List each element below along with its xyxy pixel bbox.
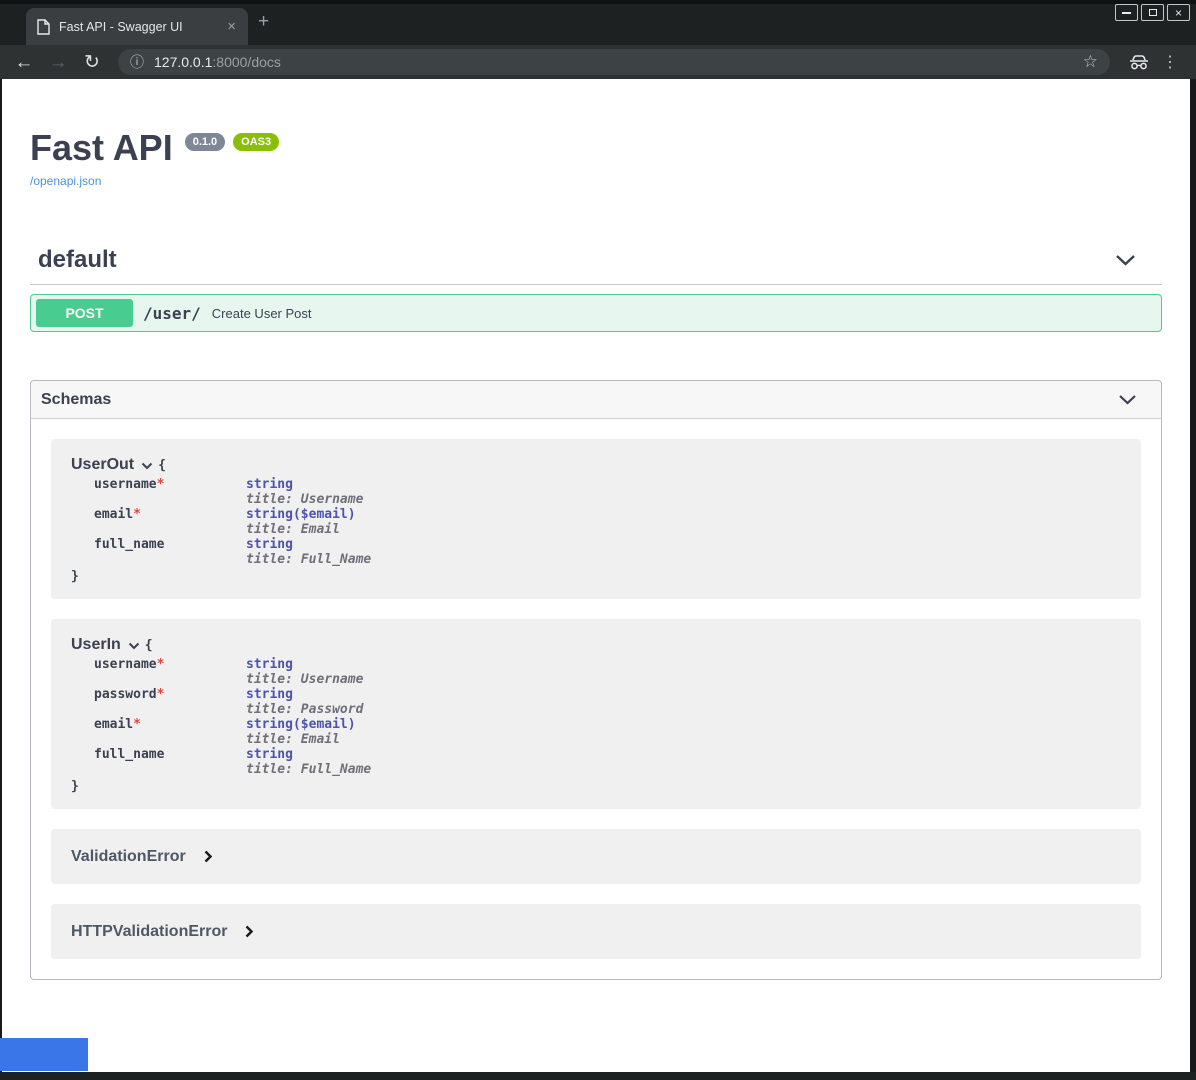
forward-icon[interactable]: → [46,53,70,72]
property-type: string [246,657,363,672]
incognito-icon [1128,55,1150,70]
bottom-left-blue-box [0,1038,88,1071]
property-type: string($email) [246,507,356,522]
property-row: email* string($email)title: Email [94,717,1121,747]
schemas-body: UserOut { username* stringtitle: Usernam… [31,419,1161,979]
property-title: title: Email [246,522,356,537]
chevron-down-icon[interactable] [1115,254,1136,266]
maximize-button[interactable] [1141,4,1164,21]
property-name: password [94,687,157,702]
model-userin: UserIn { username* stringtitle: Username… [51,619,1141,809]
bookmark-star-icon[interactable]: ☆ [1083,52,1098,72]
property-name: username [94,657,157,672]
tab-title: Fast API - Swagger UI [59,20,225,34]
required-star: * [157,687,165,702]
tab-close-icon[interactable]: × [225,19,238,34]
post-method-badge: POST [36,299,133,327]
schemas-header[interactable]: Schemas [31,381,1161,419]
property-name: full_name [94,747,164,762]
model-userin-title-row[interactable]: UserIn { [71,636,1121,654]
reload-icon[interactable]: ↻ [80,53,104,72]
open-brace: { [145,638,153,653]
property-row: username* stringtitle: Username [94,657,1121,687]
default-section: default POST /user/ Create User Post [30,246,1162,332]
maximize-icon [1149,9,1157,16]
model-userout: UserOut { username* stringtitle: Usernam… [51,439,1141,599]
model-name: UserIn [71,636,121,654]
minimize-button[interactable] [1115,4,1138,21]
chevron-right-icon[interactable] [204,850,212,863]
address-bar[interactable]: ⓘ 127.0.0.1 :8000/docs ☆ [118,49,1110,75]
required-star: * [157,657,165,672]
model-name: UserOut [71,456,134,474]
url-path: :8000/docs [212,54,281,70]
section-divider [30,284,1162,285]
property-title: title: Username [246,492,363,507]
required-star: * [133,507,141,522]
operation-summary: Create User Post [212,306,312,321]
chevron-down-icon[interactable] [141,462,153,470]
property-type: string [246,537,371,552]
model-validationerror[interactable]: ValidationError [51,829,1141,884]
chevron-down-icon[interactable] [1118,394,1137,405]
browser-chrome: Fast API - Swagger UI × + × ← → ↻ ⓘ 127.… [0,0,1196,79]
operation-path: /user/ [143,304,201,323]
property-type: string [246,477,363,492]
url-host: 127.0.0.1 [154,54,212,70]
property-row: username* stringtitle: Username [94,477,1121,507]
window-frame-bottom [0,1072,1196,1080]
default-section-header[interactable]: default [30,246,1162,274]
close-brace: } [71,569,1121,584]
version-badge: 0.1.0 [185,133,225,151]
close-brace: } [71,779,1121,794]
schemas-title: Schemas [41,391,111,409]
property-row: email* string($email)title: Email [94,507,1121,537]
model-name: ValidationError [71,848,186,866]
browser-menu-icon[interactable]: ⋮ [1156,52,1184,72]
model-userout-title-row[interactable]: UserOut { [71,456,1121,474]
required-star: * [133,717,141,732]
property-type: string($email) [246,717,356,732]
oas3-badge: OAS3 [233,133,279,151]
site-info-icon[interactable]: ⓘ [130,52,144,72]
required-star: * [157,477,165,492]
property-title: title: Full_Name [246,762,371,777]
browser-tab[interactable]: Fast API - Swagger UI × [26,8,248,45]
chevron-right-icon[interactable] [245,925,253,938]
tab-strip: Fast API - Swagger UI × + × [0,0,1196,45]
property-name: username [94,477,157,492]
property-title: title: Username [246,672,363,687]
property-type: string [246,747,371,762]
default-section-title: default [38,246,117,274]
swagger-page: Fast API 0.1.0 OAS3 /openapi.json defaul… [2,79,1190,1072]
page-file-icon [36,19,50,35]
minimize-icon [1122,12,1131,14]
close-icon: × [1175,7,1182,19]
window-controls: × [1115,4,1190,21]
property-name: email [94,717,133,732]
browser-toolbar: ← → ↻ ⓘ 127.0.0.1 :8000/docs ☆ ⋮ [0,45,1196,79]
schemas-section: Schemas UserOut { [30,380,1162,980]
chevron-down-icon[interactable] [128,642,140,650]
property-row: password* stringtitle: Password [94,687,1121,717]
property-title: title: Password [246,702,363,717]
post-user-operation[interactable]: POST /user/ Create User Post [30,294,1162,332]
page-title: Fast API [30,129,173,167]
property-row: full_name stringtitle: Full_Name [94,747,1121,777]
window-frame-top [0,0,1196,4]
model-name: HTTPValidationError [71,923,227,941]
open-brace: { [158,458,166,473]
property-name: email [94,507,133,522]
property-title: title: Full_Name [246,552,371,567]
model-httpvalidationerror[interactable]: HTTPValidationError [51,904,1141,959]
api-header: Fast API 0.1.0 OAS3 [30,129,1162,167]
property-name: full_name [94,537,164,552]
close-button[interactable]: × [1167,4,1190,21]
openapi-json-link[interactable]: /openapi.json [30,174,101,188]
property-type: string [246,687,363,702]
new-tab-button[interactable]: + [258,11,269,33]
property-row: full_name stringtitle: Full_Name [94,537,1121,567]
back-icon[interactable]: ← [12,53,36,72]
property-title: title: Email [246,732,356,747]
